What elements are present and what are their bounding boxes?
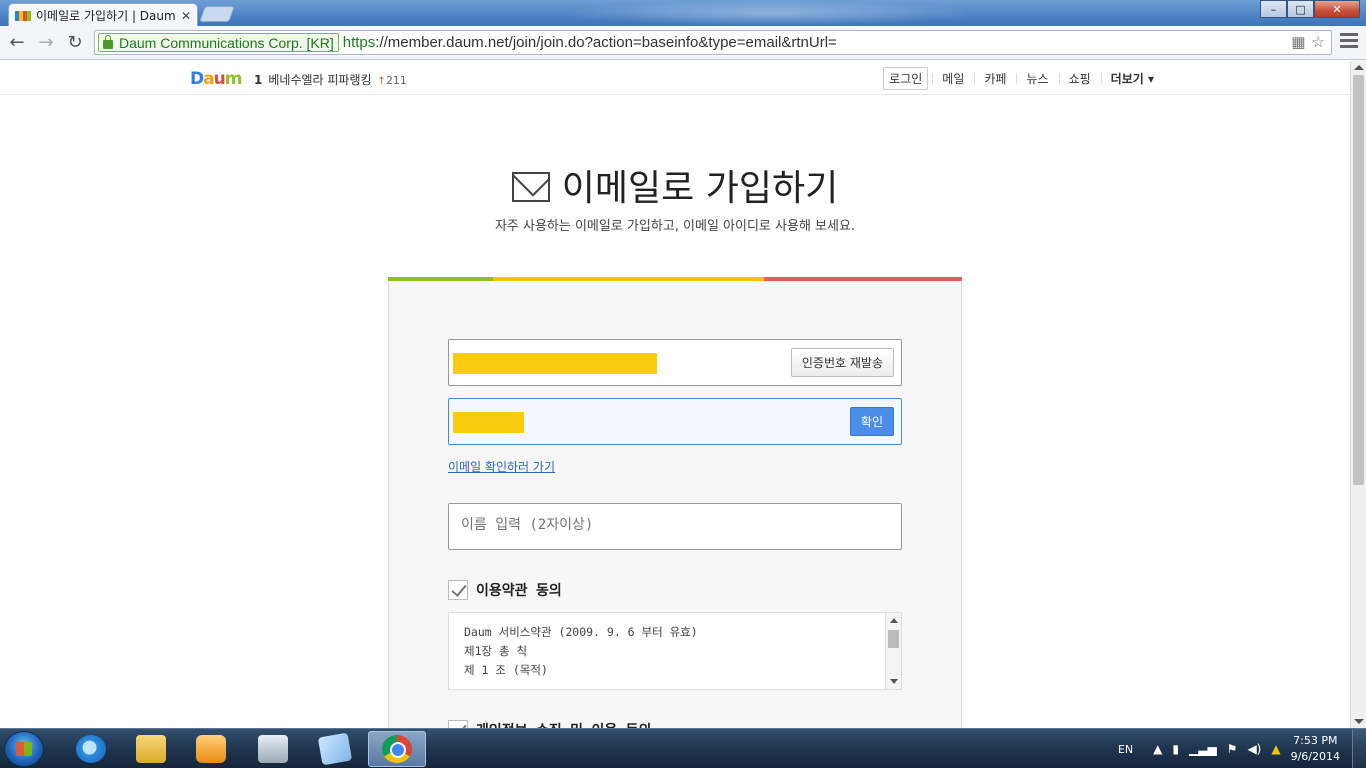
lock-icon (103, 35, 113, 49)
redacted-email-value (453, 353, 657, 374)
taskbar-explorer[interactable] (122, 731, 180, 767)
language-indicator[interactable]: EN (1118, 743, 1133, 756)
url-text: ://member.daum.net/join/join.do?action=b… (375, 34, 837, 51)
taskbar-calculator[interactable] (244, 731, 302, 767)
ev-org-name: Daum Communications Corp. [KR] (119, 34, 334, 51)
browser-titlebar: 이메일로 가입하기 | Daum ✕ – □ ✕ (0, 0, 1366, 27)
address-bar[interactable]: Daum Communications Corp. [KR] https://m… (94, 30, 1332, 55)
network-signal-icon[interactable]: ▁▃▅ (1189, 742, 1217, 756)
terms-scroll-thumb[interactable] (888, 630, 899, 648)
rank-number: 1 (254, 73, 263, 87)
menu-shopping[interactable]: 쇼핑 (1058, 70, 1101, 87)
confirm-code-button[interactable]: 확인 (849, 407, 894, 436)
page-scrollbar[interactable] (1350, 61, 1366, 728)
calculator-icon (258, 735, 288, 763)
battery-icon[interactable]: ▮ (1172, 742, 1179, 756)
menu-cafe[interactable]: 카페 (974, 70, 1016, 87)
forward-icon[interactable]: → (35, 32, 57, 54)
rank-up-arrow-icon: ↑ (377, 76, 386, 87)
google-drive-icon[interactable]: ▲ (1271, 742, 1280, 756)
login-button[interactable]: 로그인 (883, 67, 929, 90)
translate-icon[interactable]: ▦ (1291, 33, 1305, 51)
daum-logo[interactable]: Daum (190, 69, 242, 89)
folder-icon (136, 735, 166, 763)
url-scheme: https (342, 34, 376, 51)
close-window-button[interactable]: ✕ (1314, 0, 1360, 18)
page-title: 이메일로 가입하기 (0, 159, 1350, 211)
menu-mail[interactable]: 메일 (932, 70, 974, 87)
minimize-button[interactable]: – (1260, 0, 1287, 18)
action-center-flag-icon[interactable]: ⚑ (1227, 742, 1238, 756)
media-player-icon (196, 735, 226, 763)
privacy-checkbox[interactable] (448, 720, 468, 728)
windows-taskbar: EN ▲ ▮ ▁▃▅ ⚑ ◀) ▲ 7:53 PM 9/6/2014 (0, 728, 1366, 768)
realtime-rank[interactable]: 1 베네수엘라 피파랭킹 ↑211 (254, 71, 407, 88)
show-hidden-icons-icon[interactable]: ▲ (1153, 742, 1162, 756)
verification-code-field[interactable]: 확인 (448, 398, 902, 445)
terms-text-box[interactable]: Daum 서비스약관 (2009. 9. 6 부터 유효) 제1장 총 칙 제 … (448, 612, 902, 690)
system-clock[interactable]: 7:53 PM 9/6/2014 (1291, 733, 1340, 765)
name-field[interactable] (448, 503, 902, 550)
form-color-bar (388, 277, 962, 281)
envelope-icon (511, 172, 550, 202)
page-content: Daum 1 베네수엘라 피파랭킹 ↑211 로그인 메일 카페 뉴스 쇼핑 더보기… (0, 61, 1350, 728)
window-controls: – □ ✕ (1260, 0, 1360, 18)
sticky-notes-icon (317, 732, 353, 766)
taskbar-ie[interactable] (62, 731, 120, 767)
scroll-down-arrow-icon[interactable] (890, 679, 898, 684)
terms-checkbox[interactable] (448, 580, 468, 600)
rank-change-count: 211 (385, 74, 407, 87)
terms-line: Daum 서비스약관 (2009. 9. 6 부터 유효) (464, 625, 698, 639)
redacted-code-value (453, 412, 524, 433)
internet-explorer-icon (76, 735, 106, 763)
taskbar-media-player[interactable] (182, 731, 240, 767)
bookmark-star-icon[interactable]: ☆ (1312, 33, 1325, 51)
privacy-agree-row[interactable]: 개인정보 수집 및 이용 동의 (448, 720, 651, 728)
privacy-agree-label: 개인정보 수집 및 이용 동의 (476, 720, 651, 728)
page-scroll-down-icon[interactable] (1354, 719, 1364, 724)
clock-date: 9/6/2014 (1290, 750, 1340, 763)
new-tab-button[interactable] (199, 6, 235, 22)
tab-title: 이메일로 가입하기 | Daum (36, 9, 176, 23)
system-tray: EN ▲ ▮ ▁▃▅ ⚑ ◀) ▲ 7:53 PM 9/6/2014 (1118, 729, 1366, 768)
taskbar-chrome[interactable] (368, 731, 426, 767)
omnibox-actions: ▦ ☆ (1291, 33, 1325, 51)
terms-scrollbar[interactable] (885, 613, 901, 689)
start-button[interactable] (4, 731, 44, 767)
back-icon[interactable]: ← (6, 32, 28, 54)
browser-tab[interactable]: 이메일로 가입하기 | Daum ✕ (8, 3, 198, 27)
show-desktop-button[interactable] (1352, 729, 1366, 768)
ev-certificate-badge[interactable]: Daum Communications Corp. [KR] (98, 33, 339, 52)
taskbar-sticky-notes[interactable] (306, 731, 364, 767)
page-scroll-thumb[interactable] (1353, 75, 1364, 485)
daum-favicon-icon (15, 10, 31, 21)
clock-time: 7:53 PM (1293, 734, 1338, 747)
menu-more[interactable]: 더보기 ▾ (1100, 70, 1164, 87)
chrome-menu-icon[interactable] (1340, 33, 1358, 51)
terms-line: 제1장 총 칙 (464, 644, 528, 658)
rank-keyword: 베네수엘라 피파랭킹 (268, 73, 372, 87)
email-field[interactable]: 인증번호 재발송 (448, 339, 902, 386)
terms-agree-label: 이용약관 동의 (476, 583, 562, 599)
tab-close-icon[interactable]: ✕ (181, 9, 191, 23)
page-title-text: 이메일로 가입하기 (561, 168, 839, 209)
check-email-link[interactable]: 이메일 확인하러 가기 (448, 458, 555, 475)
volume-icon[interactable]: ◀) (1247, 742, 1261, 756)
name-input[interactable] (461, 517, 881, 533)
page-subtitle: 자주 사용하는 이메일로 가입하고, 이메일 아이디로 사용해 보세요. (494, 219, 856, 234)
maximize-button[interactable]: □ (1287, 0, 1314, 18)
resend-code-button[interactable]: 인증번호 재발송 (790, 348, 894, 377)
chrome-icon (382, 735, 412, 763)
reload-icon[interactable]: ↻ (64, 32, 86, 54)
global-nav-bar: Daum 1 베네수엘라 피파랭킹 ↑211 로그인 메일 카페 뉴스 쇼핑 더보기… (0, 61, 1350, 95)
scroll-up-arrow-icon[interactable] (890, 618, 898, 623)
browser-toolbar: ← → ↻ Daum Communications Corp. [KR] htt… (0, 26, 1366, 60)
service-menu: 로그인 메일 카페 뉴스 쇼핑 더보기 ▾ (883, 67, 1164, 90)
menu-news[interactable]: 뉴스 (1016, 70, 1058, 87)
terms-agree-row[interactable]: 이용약관 동의 (448, 580, 562, 600)
page-scroll-up-icon[interactable] (1354, 65, 1364, 70)
terms-line: 제 1 조 (목적) (464, 663, 548, 677)
